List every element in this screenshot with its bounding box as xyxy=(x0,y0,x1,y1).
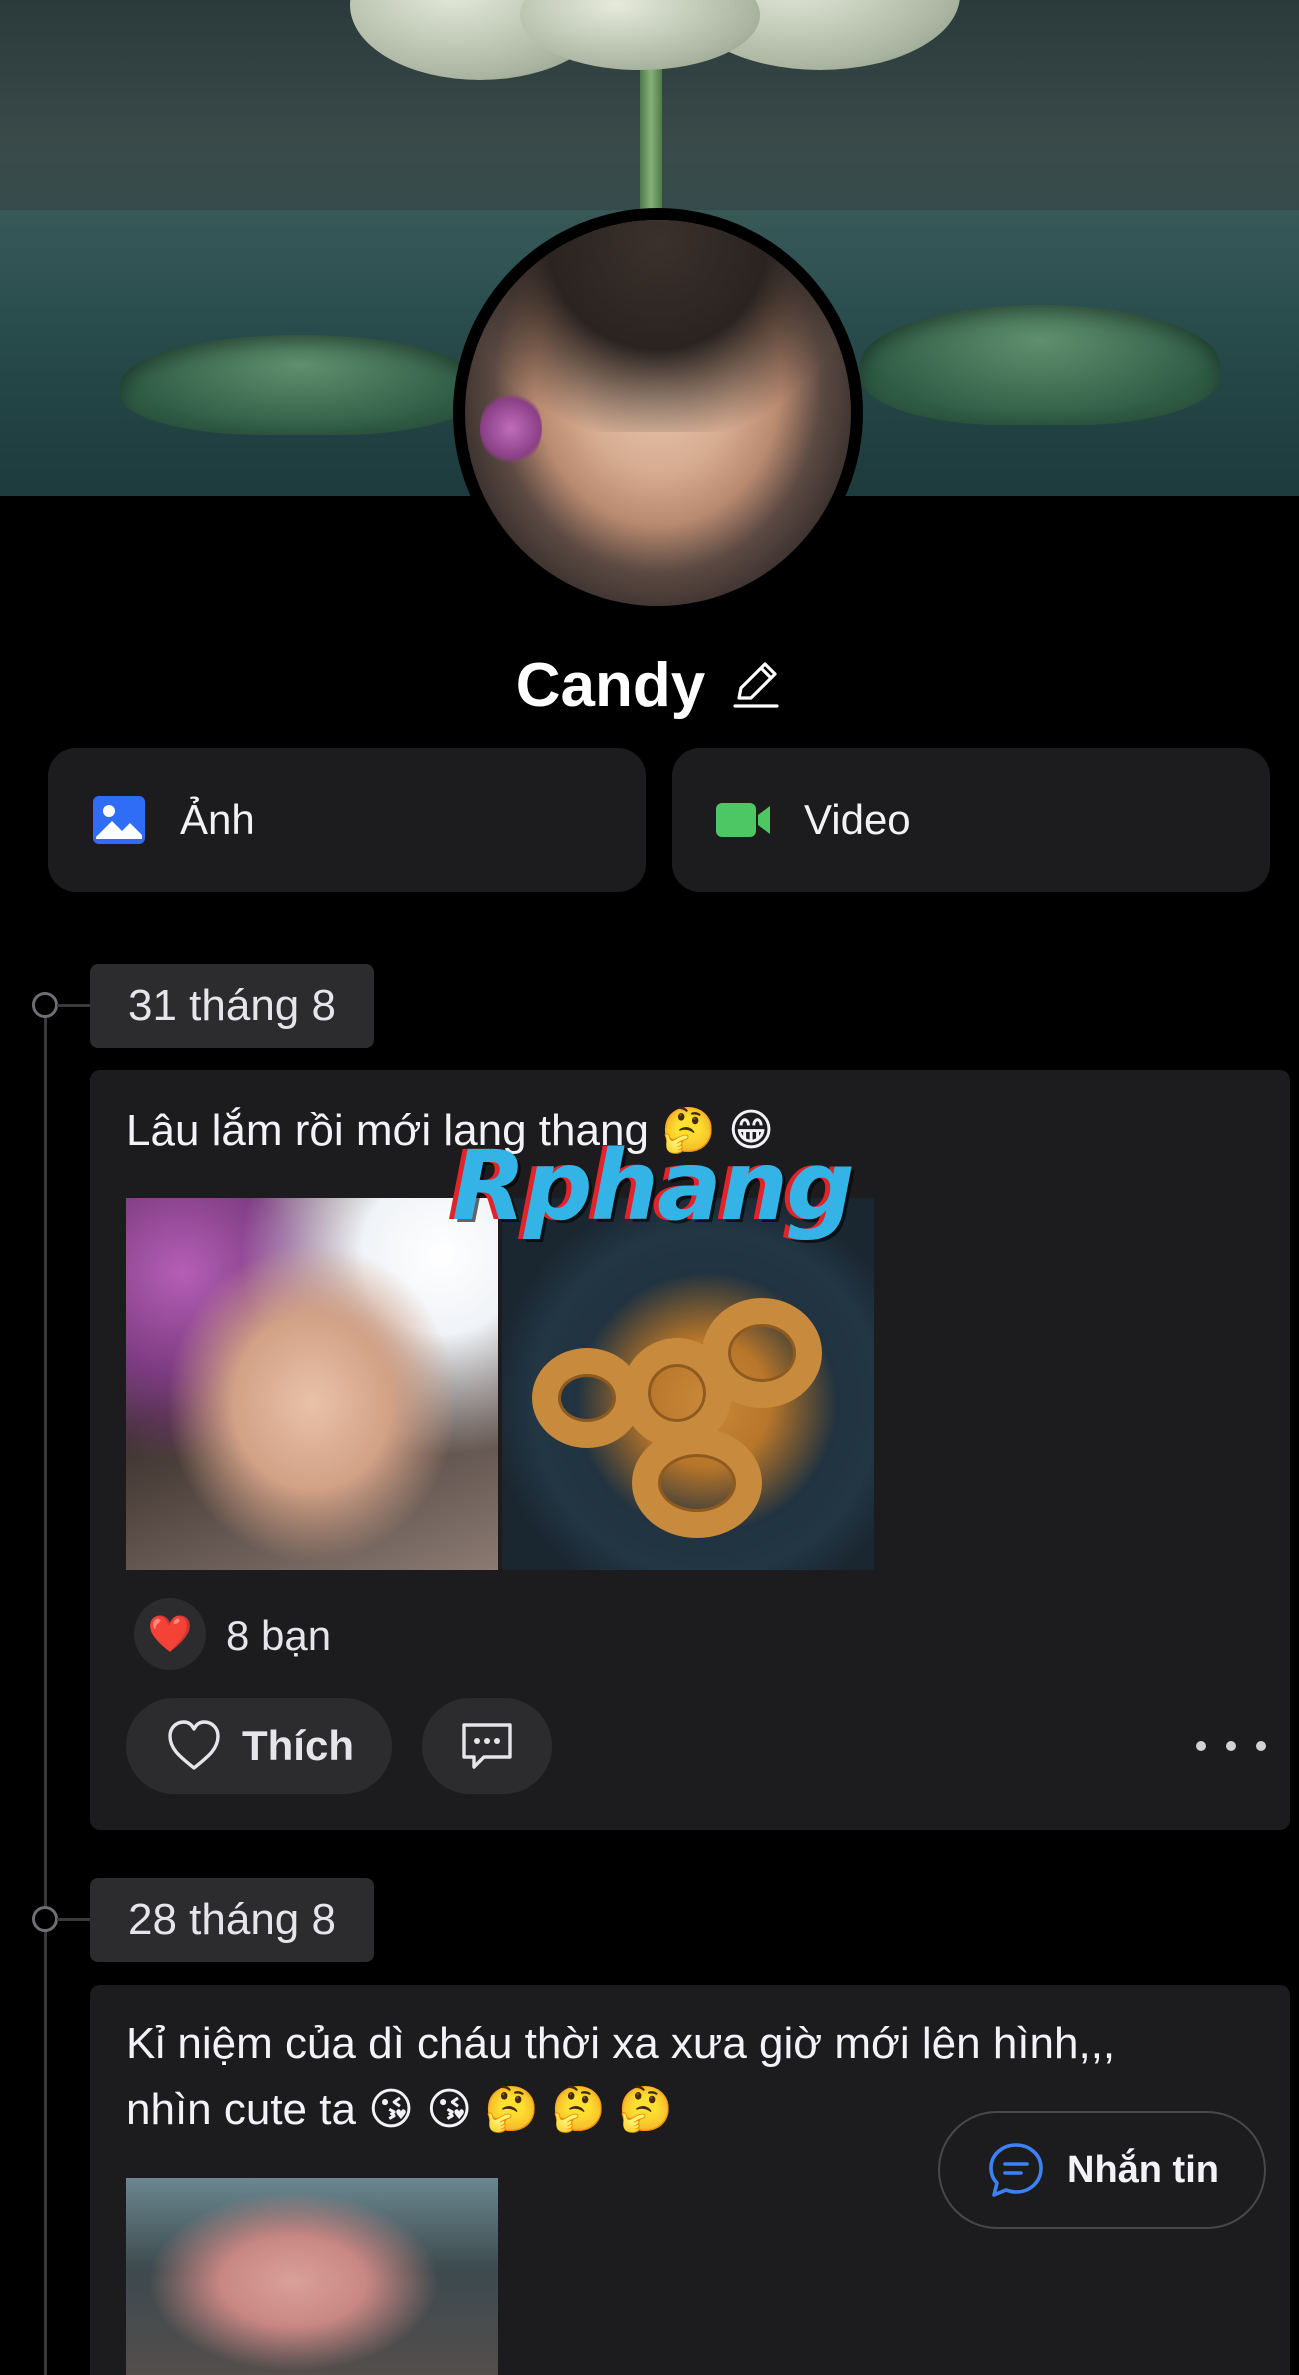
post-photo[interactable] xyxy=(502,1198,874,1570)
message-icon xyxy=(985,2139,1047,2201)
message-button[interactable]: Nhắn tin xyxy=(938,2111,1266,2229)
reaction-count[interactable]: 8 bạn xyxy=(226,1612,331,1660)
message-label: Nhắn tin xyxy=(1067,2148,1219,2191)
heart-outline-icon xyxy=(164,1716,224,1776)
comment-button[interactable] xyxy=(422,1698,552,1794)
edit-icon[interactable] xyxy=(729,658,783,712)
timeline-line xyxy=(44,1004,47,2375)
timeline-dot xyxy=(32,992,93,1018)
avatar-flowers xyxy=(480,389,543,468)
profile-name: Candy xyxy=(515,650,706,720)
like-button[interactable]: Thích xyxy=(126,1698,392,1794)
post-date-chip: 31 tháng 8 xyxy=(90,964,374,1048)
video-icon xyxy=(714,791,772,849)
more-icon[interactable] xyxy=(1196,1726,1266,1766)
like-label: Thích xyxy=(242,1722,354,1769)
post-photo[interactable] xyxy=(126,1198,498,1570)
photo-icon xyxy=(90,791,148,849)
photo-album-button[interactable]: Ảnh xyxy=(48,748,646,892)
heart-icon: ❤️ xyxy=(147,1613,193,1654)
timeline-dot xyxy=(32,1906,93,1932)
post-text-line: Kỉ niệm của dì cháu thời xa xưa giờ mới … xyxy=(126,2019,1116,2068)
post-photo[interactable] xyxy=(126,2178,498,2375)
onion-ring xyxy=(632,1428,762,1538)
profile-name-row: Candy xyxy=(0,650,1299,720)
cover-lily-pad-left xyxy=(120,335,480,435)
heart-reaction-badge[interactable]: ❤️ xyxy=(134,1598,206,1670)
profile-avatar[interactable] xyxy=(453,208,863,618)
photo-album-label: Ảnh xyxy=(180,796,255,843)
watermark-logo: Rphang xyxy=(452,1130,855,1242)
comment-icon xyxy=(456,1715,518,1777)
video-album-button[interactable]: Video xyxy=(672,748,1270,892)
onion-ring xyxy=(702,1298,822,1408)
video-album-label: Video xyxy=(804,796,911,843)
cover-lily-pad-right xyxy=(860,305,1220,425)
post-date-chip: 28 tháng 8 xyxy=(90,1878,374,1962)
avatar-image xyxy=(465,220,851,606)
